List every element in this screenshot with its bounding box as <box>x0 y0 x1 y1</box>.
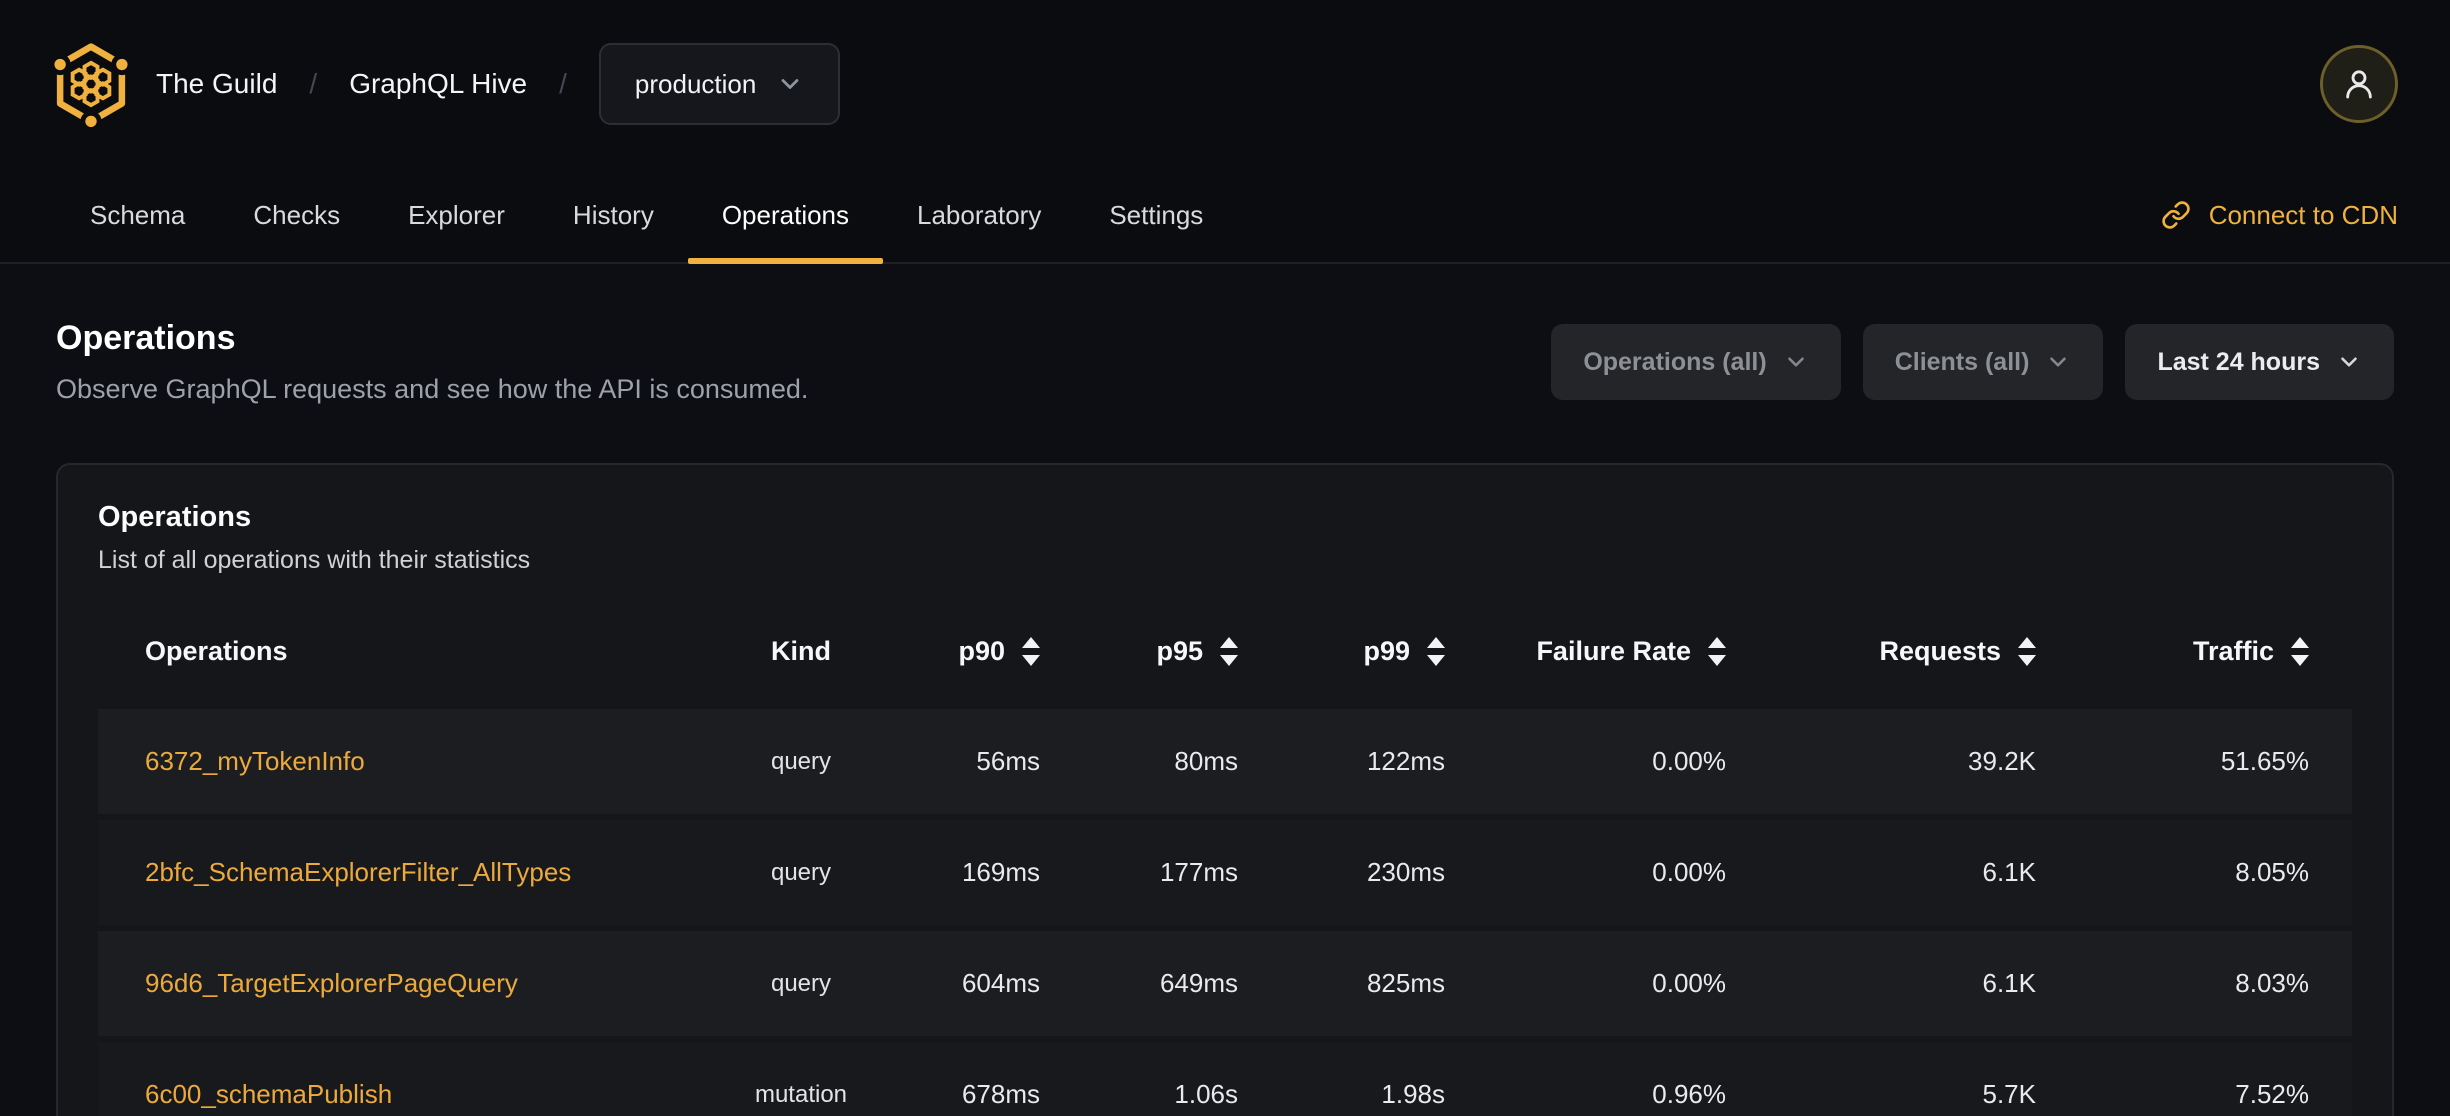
operation-link[interactable]: 6372_myTokenInfo <box>145 746 365 777</box>
column-label: Requests <box>1879 635 2001 666</box>
operation-failure-rate: 0.96% <box>1652 1079 1726 1110</box>
column-header-traffic[interactable]: Traffic <box>2052 605 2352 697</box>
target-selector[interactable]: production <box>598 43 841 125</box>
page-heading-block: Operations Observe GraphQL requests and … <box>56 319 808 405</box>
table-row: 6372_myTokenInfo query 56ms 80ms 122ms 0… <box>98 709 2352 815</box>
operation-p99: 1.98s <box>1381 1079 1445 1110</box>
operations-filter-label: Operations (all) <box>1583 347 1767 376</box>
sort-icon <box>1022 636 1040 666</box>
column-header-p90[interactable]: p90 <box>946 605 1056 697</box>
operation-requests: 5.7K <box>1982 1079 2037 1110</box>
sort-icon <box>1427 636 1445 666</box>
period-filter-label: Last 24 hours <box>2157 347 2320 376</box>
table-header: Operations Kind p90 p95 p99 Failure Rate <box>98 605 2352 697</box>
nav-tab-bar: Schema Checks Explorer History Operation… <box>0 168 2450 264</box>
filter-buttons: Operations (all) Clients (all) Last 24 h… <box>1551 324 2394 401</box>
operation-requests: 39.2K <box>1968 746 2036 777</box>
operation-requests: 6.1K <box>1982 857 2037 888</box>
tab-explorer[interactable]: Explorer <box>374 168 539 262</box>
tab-laboratory[interactable]: Laboratory <box>883 168 1075 262</box>
tab-operations[interactable]: Operations <box>687 168 884 264</box>
link-icon <box>2162 201 2190 229</box>
tab-schema[interactable]: Schema <box>56 168 219 262</box>
column-label: Traffic <box>2192 635 2274 666</box>
operation-p99: 230ms <box>1366 857 1445 888</box>
breadcrumb-separator: / <box>559 68 567 99</box>
chevron-down-icon <box>1783 349 1809 375</box>
column-header-operations: Operations <box>145 635 288 666</box>
table-row: 6c00_schemaPublish mutation 678ms 1.06s … <box>98 1042 2352 1116</box>
clients-filter-label: Clients (all) <box>1894 347 2030 376</box>
tab-checks[interactable]: Checks <box>219 168 374 262</box>
page-title: Operations <box>56 319 236 357</box>
tab-settings[interactable]: Settings <box>1075 168 1237 262</box>
column-header-p99[interactable]: p99 <box>1254 605 1461 697</box>
hive-logo-icon[interactable] <box>52 41 130 127</box>
operation-kind: mutation <box>754 1080 848 1108</box>
column-label: p95 <box>1156 635 1203 666</box>
operation-p99: 122ms <box>1366 746 1445 777</box>
operation-traffic: 8.05% <box>2235 857 2309 888</box>
operation-p90: 56ms <box>976 746 1040 777</box>
app-header: The Guild / GraphQL Hive / production <box>0 0 2450 168</box>
user-menu-avatar[interactable] <box>2320 45 2398 123</box>
page-subtitle: Observe GraphQL requests and see how the… <box>56 374 809 405</box>
chevron-down-icon <box>776 70 804 98</box>
card-subtitle: List of all operations with their statis… <box>98 546 531 575</box>
breadcrumb: The Guild / GraphQL Hive / production <box>156 43 841 125</box>
operation-traffic: 51.65% <box>2220 746 2309 777</box>
sort-icon <box>2291 636 2309 666</box>
operation-link[interactable]: 96d6_TargetExplorerPageQuery <box>145 968 518 999</box>
operation-p90: 678ms <box>961 1079 1040 1110</box>
operation-p95: 80ms <box>1174 746 1238 777</box>
card-title: Operations <box>98 501 252 534</box>
user-icon <box>2346 70 2372 99</box>
operation-p90: 169ms <box>961 857 1040 888</box>
column-label: p99 <box>1363 635 1410 666</box>
tab-history[interactable]: History <box>539 168 688 262</box>
column-header-failure-rate[interactable]: Failure Rate <box>1461 605 1742 697</box>
operation-p99: 825ms <box>1366 968 1445 999</box>
operations-filter-button[interactable]: Operations (all) <box>1551 324 1841 401</box>
column-header-p95[interactable]: p95 <box>1056 605 1254 697</box>
operation-p90: 604ms <box>961 968 1040 999</box>
table-row: 2bfc_SchemaExplorerFilter_AllTypes query… <box>98 820 2352 926</box>
operation-p95: 649ms <box>1159 968 1238 999</box>
connect-to-cdn-link[interactable]: Connect to CDN <box>2161 168 2398 262</box>
column-header-requests[interactable]: Requests <box>1742 605 2052 697</box>
table-row: 96d6_TargetExplorerPageQuery query 604ms… <box>98 931 2352 1037</box>
column-label: p90 <box>958 635 1005 666</box>
breadcrumb-separator: / <box>309 68 318 99</box>
operation-p95: 1.06s <box>1174 1079 1238 1110</box>
connect-to-cdn-label: Connect to CDN <box>2208 199 2398 230</box>
breadcrumb-project[interactable]: GraphQL Hive <box>349 68 527 100</box>
sort-icon <box>1708 636 1726 666</box>
operation-kind: query <box>770 747 832 775</box>
chevron-down-icon <box>2336 349 2362 375</box>
operation-requests: 6.1K <box>1982 968 2037 999</box>
sort-icon <box>1220 636 1238 666</box>
operation-kind: query <box>770 858 832 886</box>
operation-kind: query <box>770 969 832 997</box>
operation-p95: 177ms <box>1159 857 1238 888</box>
operation-link[interactable]: 2bfc_SchemaExplorerFilter_AllTypes <box>145 857 571 888</box>
operations-table: Operations Kind p90 p95 p99 Failure Rate <box>98 605 2352 1116</box>
operation-failure-rate: 0.00% <box>1652 857 1726 888</box>
column-label: Failure Rate <box>1536 635 1691 666</box>
chevron-down-icon <box>2045 349 2071 375</box>
target-selector-label: production <box>634 68 757 99</box>
page-head: Operations Observe GraphQL requests and … <box>0 264 2450 405</box>
main-content: Operations Observe GraphQL requests and … <box>0 264 2450 1116</box>
clients-filter-button[interactable]: Clients (all) <box>1862 324 2104 401</box>
operation-traffic: 8.03% <box>2235 968 2309 999</box>
operation-failure-rate: 0.00% <box>1652 968 1726 999</box>
operation-failure-rate: 0.00% <box>1652 746 1726 777</box>
sort-icon <box>2018 636 2036 666</box>
breadcrumb-organization[interactable]: The Guild <box>156 68 277 100</box>
column-header-kind: Kind <box>771 635 831 666</box>
operation-link[interactable]: 6c00_schemaPublish <box>145 1079 392 1110</box>
operation-traffic: 7.52% <box>2235 1079 2309 1110</box>
operations-card: Operations List of all operations with t… <box>56 463 2394 1116</box>
period-filter-button[interactable]: Last 24 hours <box>2125 324 2394 401</box>
